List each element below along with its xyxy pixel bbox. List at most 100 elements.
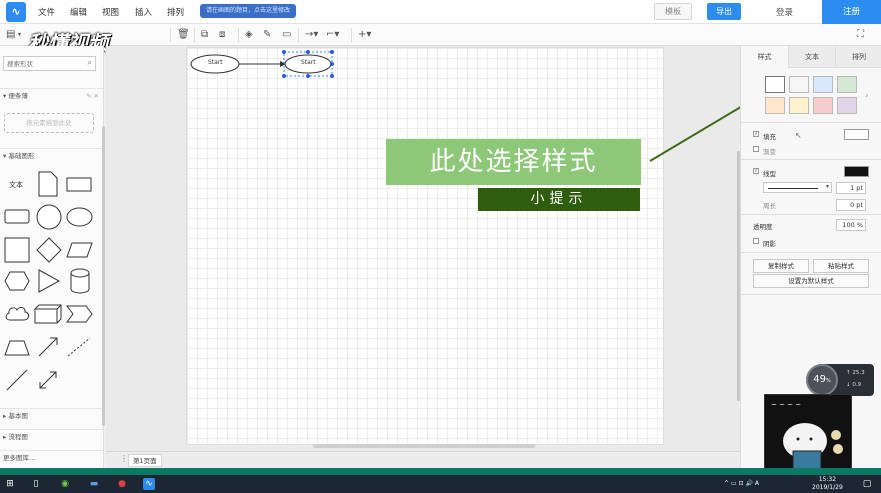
diagram-app-icon[interactable]: ∿	[143, 478, 155, 490]
line-color-icon[interactable]: ✎	[263, 28, 271, 42]
shape-dotted-line[interactable]	[66, 336, 92, 358]
waypoint-icon[interactable]: ⌐▾	[326, 28, 339, 42]
menu-view[interactable]: 视图	[102, 6, 119, 18]
panel-divider	[741, 122, 881, 123]
copy-style-button[interactable]: 复制样式	[753, 259, 809, 273]
style-swatch[interactable]	[837, 76, 857, 93]
perimeter-input[interactable]: 0 pt	[836, 199, 866, 211]
page-layout-icon[interactable]: ▤	[6, 28, 15, 42]
tab-arrange[interactable]: 排列	[835, 46, 881, 68]
style-swatch[interactable]	[789, 76, 809, 93]
login-button[interactable]: 登录	[776, 6, 793, 18]
fill-color-icon[interactable]: ◈	[245, 28, 253, 42]
scratchpad-header[interactable]: ▾ 便条薄 ✎ ✕	[0, 88, 103, 102]
line-pattern-select[interactable]: ▾	[763, 182, 832, 193]
caption-sub: 小提示	[478, 188, 640, 211]
style-swatch[interactable]	[837, 97, 857, 114]
tray-icons[interactable]: ^ ▭ ⊡ 🔊 A	[724, 478, 784, 490]
download-speed: ↓ 0.9	[846, 382, 862, 388]
shape-triangle[interactable]	[38, 269, 60, 293]
shape-square[interactable]	[4, 237, 30, 263]
chevron-right-icon[interactable]: ›	[865, 91, 869, 101]
basic-shapes-header[interactable]: ▾ 基础图形	[0, 148, 103, 162]
windows-start-icon[interactable]: ⊞	[4, 478, 16, 490]
title-notice[interactable]: 请在画图的题目，点击这里修改	[200, 4, 296, 18]
connector-icon[interactable]: →▾	[305, 28, 318, 42]
edit-close-icon[interactable]: ✎ ✕	[86, 89, 99, 103]
recorder-icon[interactable]: ●	[116, 478, 128, 490]
shape-rounded-rect[interactable]	[4, 209, 30, 225]
shape-diamond[interactable]	[36, 237, 62, 263]
section-basic[interactable]: ▸ 基本图	[0, 408, 103, 422]
app-icon[interactable]: ▬	[88, 478, 100, 490]
scratchpad-dropzone[interactable]: 拖元素拖到此处	[4, 113, 94, 133]
shadow-checkbox[interactable]	[753, 238, 759, 244]
menu-file[interactable]: 文件	[38, 6, 55, 18]
notification-icon[interactable]: ▢	[861, 478, 873, 490]
canvas-hscrollbar[interactable]	[313, 444, 535, 448]
fill-checkbox[interactable]: ✓	[753, 131, 759, 137]
menu-insert[interactable]: 插入	[135, 6, 152, 18]
shape-rectangle[interactable]	[66, 177, 92, 193]
cpu-percent-gauge[interactable]: 49%	[806, 364, 838, 396]
template-button[interactable]: 模板	[654, 3, 692, 20]
line-width-input[interactable]: 1 pt	[836, 182, 866, 194]
shape-arrow[interactable]	[37, 336, 59, 358]
app-logo-icon[interactable]: ∿	[6, 2, 26, 22]
shape-trapezoid[interactable]	[4, 340, 30, 356]
register-button[interactable]: 注册	[822, 0, 881, 24]
delete-icon[interactable]: 🗑	[177, 28, 190, 42]
shape-text[interactable]: 文本	[9, 180, 23, 190]
insert-plus-icon[interactable]: +▾	[358, 28, 371, 42]
menu-arrange[interactable]: 排列	[167, 6, 184, 18]
shape-cube[interactable]	[34, 304, 62, 324]
search-icon[interactable]: ⌕	[88, 58, 92, 68]
menu-edit[interactable]: 编辑	[70, 6, 87, 18]
shape-ellipse[interactable]	[66, 207, 93, 227]
style-swatch[interactable]	[765, 97, 785, 114]
taskbar-clock[interactable]: 15:32 2019/1/29	[812, 476, 843, 492]
export-button[interactable]: 导出	[707, 3, 741, 20]
browser-icon[interactable]: ◉	[59, 478, 71, 490]
fill-color-picker[interactable]	[844, 129, 869, 140]
task-view-icon[interactable]: ▯	[30, 478, 42, 490]
section-flowchart[interactable]: ▸ 流程图	[0, 429, 103, 443]
paste-style-button[interactable]: 粘贴样式	[813, 259, 869, 273]
shadow-icon[interactable]: ▭	[282, 28, 291, 42]
search-input[interactable]	[4, 57, 82, 70]
sidebar-scrollbar[interactable]	[102, 126, 105, 426]
shape-document[interactable]	[38, 171, 58, 197]
style-swatch[interactable]	[813, 76, 833, 93]
style-swatch[interactable]	[789, 97, 809, 114]
to-front-icon[interactable]: ⧉	[201, 28, 208, 42]
gradient-checkbox[interactable]	[753, 146, 759, 152]
line-checkbox[interactable]: ✓	[753, 168, 759, 174]
shape-hexagon[interactable]	[4, 271, 30, 291]
shape-circle[interactable]	[36, 204, 62, 230]
panel-scrollbar[interactable]	[737, 151, 740, 401]
shape-parallelogram[interactable]	[66, 242, 93, 258]
section-flowchart-label: 流程图	[8, 433, 28, 441]
tab-style[interactable]: 样式	[741, 46, 788, 68]
opacity-input[interactable]: 100 %	[836, 219, 866, 231]
gradient-label: 渐变	[763, 148, 776, 156]
tab-text[interactable]: 文本	[788, 46, 835, 68]
line-color-picker[interactable]	[844, 166, 869, 177]
shape-bidirectional-arrow[interactable]	[37, 369, 59, 391]
style-swatch[interactable]	[813, 97, 833, 114]
ime-indicator[interactable]: A	[755, 480, 759, 487]
fullscreen-icon[interactable]: ⛶	[857, 28, 864, 42]
to-back-icon[interactable]: ⧈	[219, 28, 225, 42]
page-menu-icon[interactable]: ⋮	[120, 454, 128, 463]
style-swatch[interactable]	[765, 76, 785, 93]
page-tab[interactable]: 第1页面	[128, 454, 162, 467]
shape-cylinder[interactable]	[70, 268, 90, 294]
shape-line[interactable]	[5, 368, 29, 392]
chevron-down-icon[interactable]: ▾	[18, 28, 21, 42]
drawing-canvas[interactable]: Start Start	[186, 47, 664, 445]
shape-cloud[interactable]	[4, 304, 30, 324]
shape-step[interactable]	[66, 305, 93, 323]
set-default-style-button[interactable]: 设置为默认样式	[753, 274, 869, 288]
more-libraries[interactable]: 更多图库...	[0, 450, 103, 464]
panel-divider	[741, 294, 881, 295]
